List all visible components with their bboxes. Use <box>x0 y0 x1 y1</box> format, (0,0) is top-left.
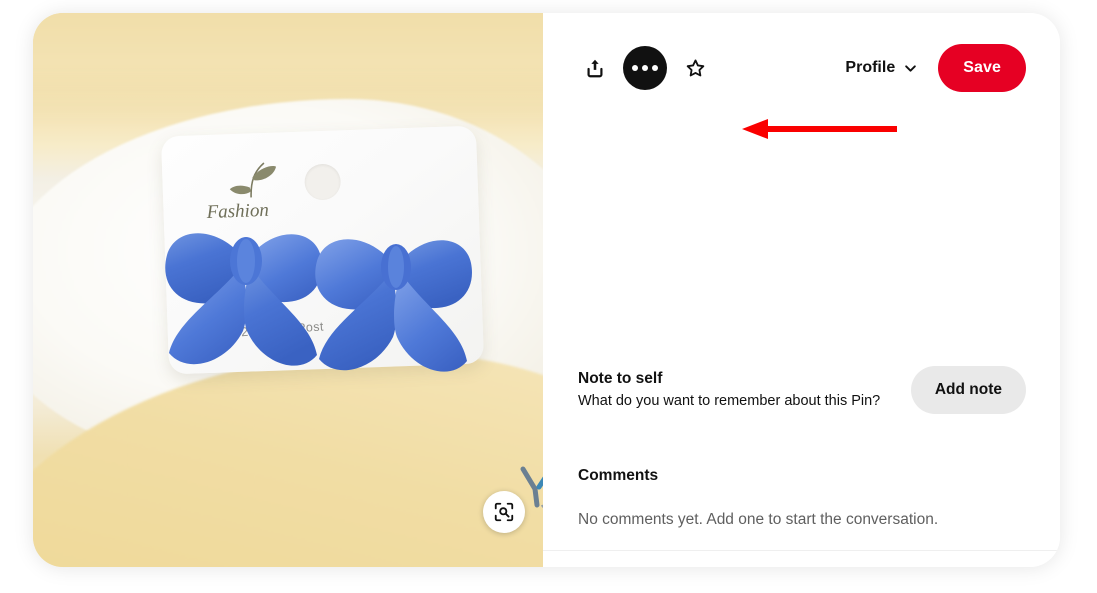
chevron-down-icon <box>905 64 917 72</box>
share-upload-icon <box>587 59 603 78</box>
pin-details-pane: Profile Save Note to self What do you wa… <box>543 13 1060 567</box>
note-to-self-row: Note to self What do you want to remembe… <box>578 366 1026 414</box>
pin-closeup-card: Fashion 925 Sliver Post Profile Save Not… <box>33 13 1060 567</box>
card-small-hole <box>419 303 428 311</box>
board-selector-label: Profile <box>845 59 896 76</box>
add-note-button[interactable]: Add note <box>910 366 1026 414</box>
note-to-self-title: Note to self <box>578 369 663 387</box>
pin-body: Note to self What do you want to remembe… <box>543 123 1060 567</box>
svg-text:Fashion: Fashion <box>205 200 269 223</box>
save-button[interactable]: Save <box>938 44 1026 92</box>
pin-left-actions <box>573 46 717 90</box>
more-options-button[interactable] <box>623 46 667 90</box>
product-card-text: 925 Sliver Post <box>233 319 325 340</box>
fashion-leaf-logo-icon: Fashion <box>205 162 277 223</box>
note-to-self-text: Note to self What do you want to remembe… <box>578 369 911 411</box>
note-to-self-subtitle: What do you want to remember about this … <box>578 392 881 409</box>
visual-search-button[interactable] <box>483 491 525 533</box>
share-button[interactable] <box>573 46 617 90</box>
ellipsis-dot <box>652 65 658 71</box>
comments-heading: Comments <box>578 467 659 484</box>
ellipsis-dot <box>632 65 638 71</box>
comment-composer: What do you think? 😃 <box>543 551 1060 567</box>
star-outline-icon <box>686 59 704 76</box>
card-hang-hole <box>304 163 342 201</box>
pin-right-actions: Profile Save <box>841 44 1026 92</box>
visual-search-lens-icon <box>494 502 514 522</box>
ellipsis-dot <box>642 65 648 71</box>
comments-empty-text: No comments yet. Add one to start the co… <box>578 511 939 528</box>
pin-action-bar: Profile Save <box>543 13 1060 123</box>
product-display-card: Fashion 925 Sliver Post <box>160 125 485 375</box>
pin-image-pane[interactable]: Fashion 925 Sliver Post <box>33 13 543 567</box>
board-selector-button[interactable]: Profile <box>841 53 922 83</box>
favorite-button[interactable] <box>673 46 717 90</box>
